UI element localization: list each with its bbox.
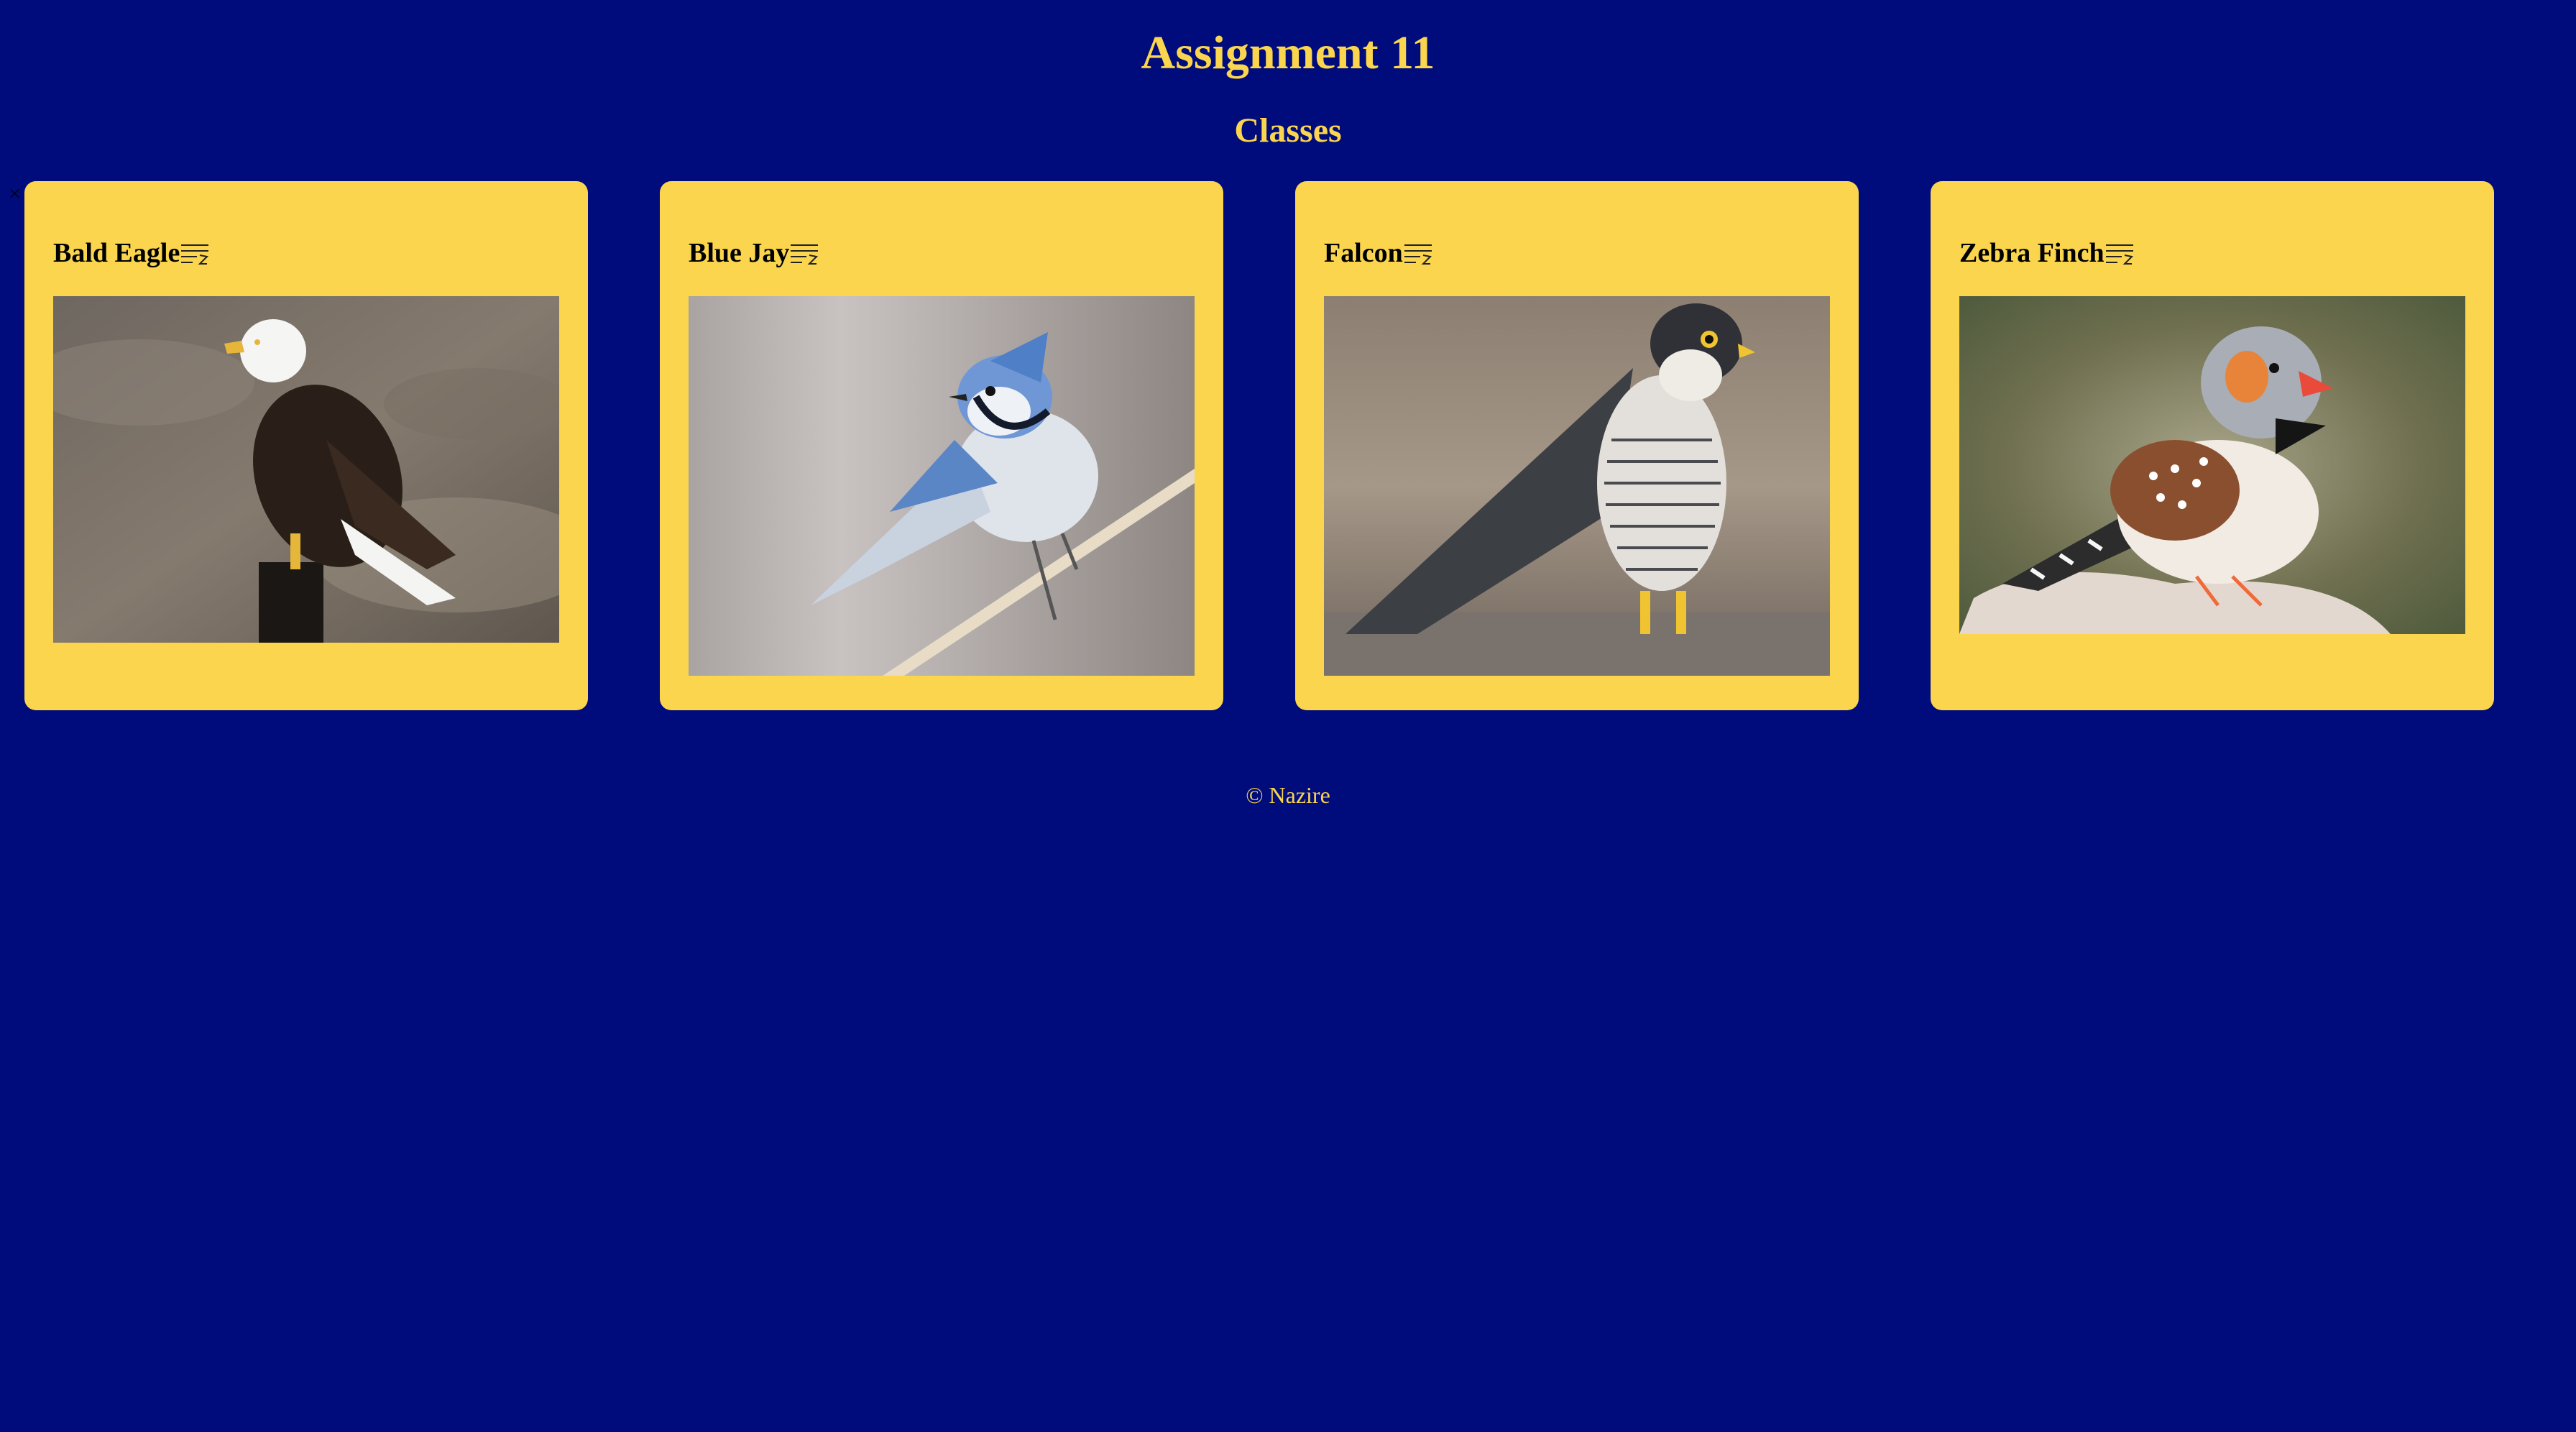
bird-card-zebra-finch: Zebra Finch (1931, 181, 2494, 710)
bird-photo (1324, 296, 1830, 676)
card-title: Falcon (1324, 238, 1403, 268)
card-header: Blue Jay (689, 231, 819, 275)
menu-icon[interactable] (2104, 239, 2135, 270)
page-title: Assignment 11 (1141, 27, 1435, 79)
menu-icon[interactable] (1403, 239, 1433, 270)
menu-icon[interactable] (789, 239, 819, 270)
menu-icon[interactable] (180, 239, 210, 270)
card-title: Bald Eagle (53, 238, 180, 268)
bird-photo (53, 296, 559, 643)
card-header: Zebra Finch (1959, 231, 2135, 275)
footer-copyright: © Nazire (1246, 782, 1330, 808)
bird-photo (1959, 296, 2465, 634)
bird-card-falcon: Falcon (1295, 181, 1859, 710)
card-title: Blue Jay (689, 238, 790, 268)
bird-card-blue-jay: Blue Jay (660, 181, 1223, 710)
card-header: Bald Eagle (53, 231, 210, 275)
bird-photo (689, 296, 1195, 676)
close-icon[interactable]: × (9, 181, 21, 207)
card-header: Falcon (1324, 231, 1433, 275)
bird-card-bald-eagle: Bald Eagle (24, 181, 588, 710)
page-subtitle: Classes (1234, 111, 1342, 150)
card-title: Zebra Finch (1959, 238, 2104, 268)
